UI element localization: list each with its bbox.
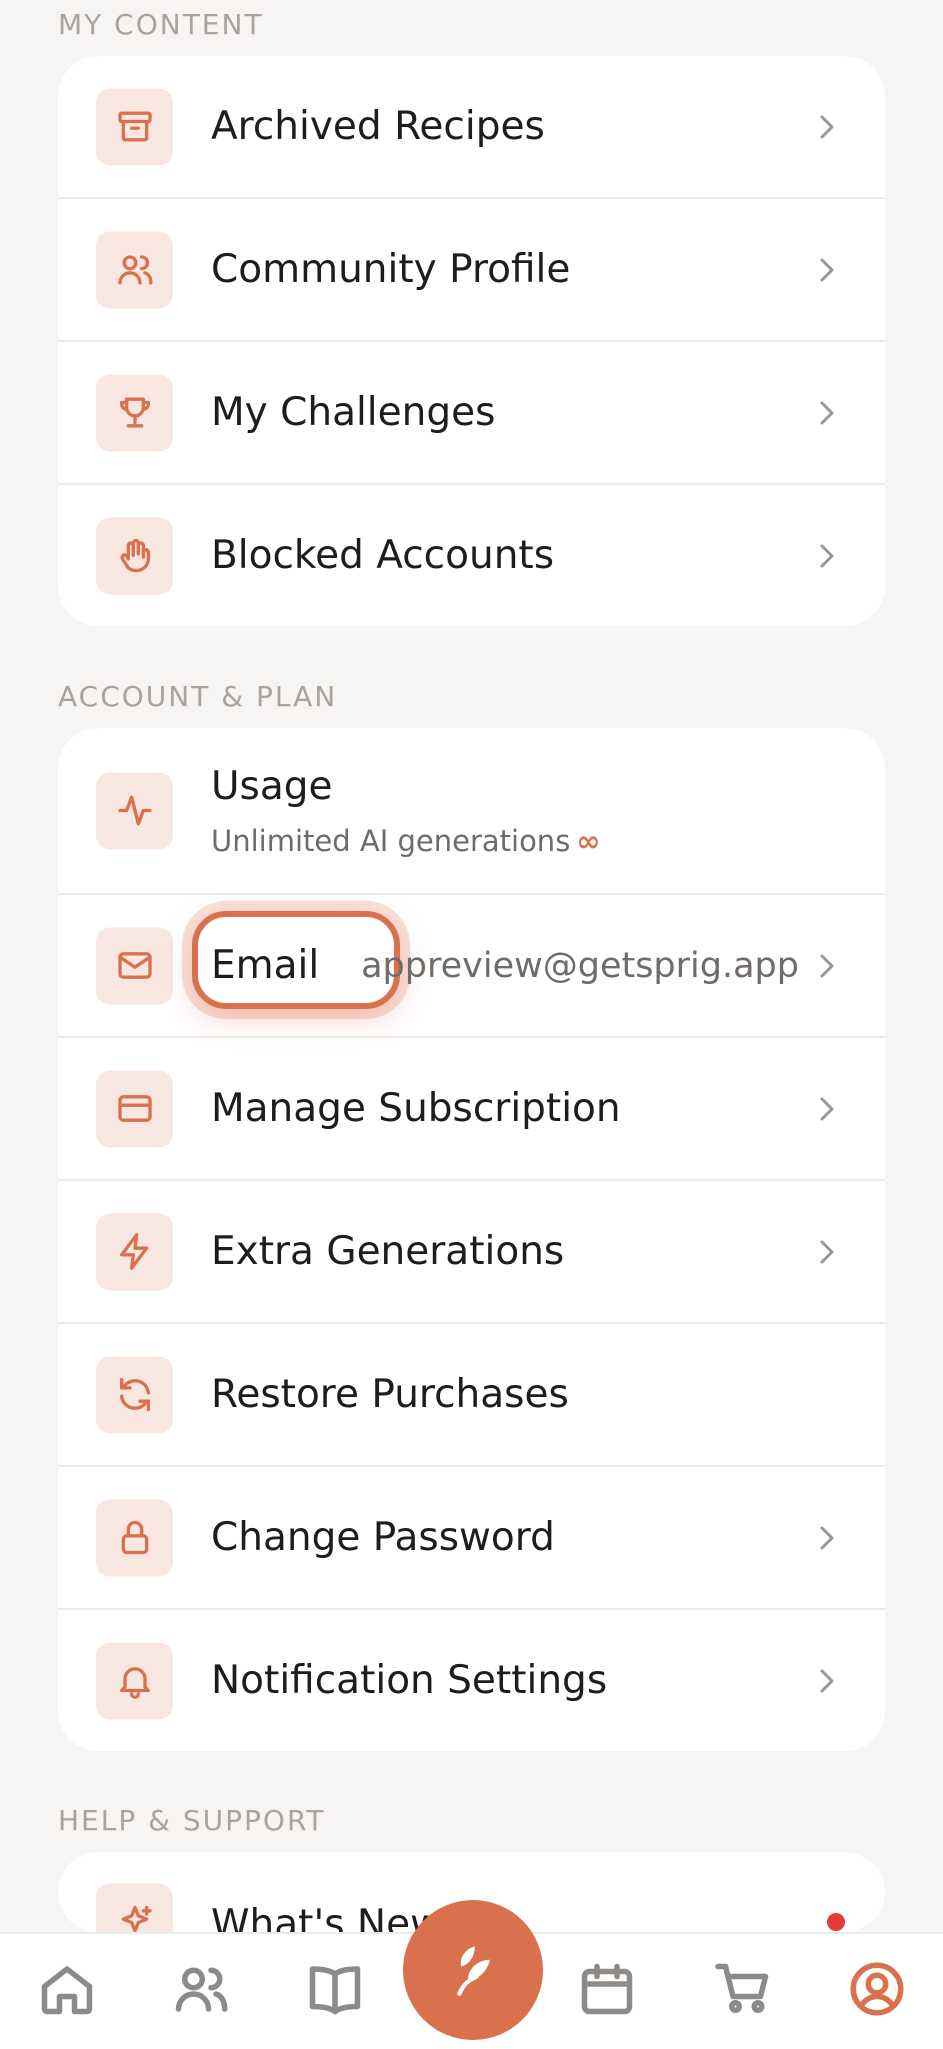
section-label-account-plan: ACCOUNT & PLAN <box>58 680 338 713</box>
new-indicator-dot <box>827 1913 845 1931</box>
row-label: Archived Recipes <box>211 104 545 149</box>
usage-subtitle-text: Unlimited AI generations <box>211 824 571 858</box>
activity-icon <box>96 772 173 849</box>
row-label: What's New <box>211 1902 442 1932</box>
section-label-help-support: HELP & SUPPORT <box>58 1804 326 1837</box>
chevron-right-icon <box>817 1094 837 1124</box>
row-label: Community Profile <box>211 247 571 292</box>
infinity-icon: ∞ <box>576 824 601 858</box>
row-label: Blocked Accounts <box>211 533 555 578</box>
blocked-accounts-row[interactable]: Blocked Accounts <box>58 485 885 626</box>
refresh-icon <box>96 1356 173 1433</box>
row-label: Notification Settings <box>211 1658 608 1703</box>
profile-icon[interactable] <box>842 1954 912 2024</box>
cart-icon[interactable] <box>708 1954 778 2024</box>
archive-icon <box>96 88 173 165</box>
change-password-row[interactable]: Change Password <box>58 1467 885 1610</box>
hand-icon <box>96 517 173 594</box>
usage-subtitle: Unlimited AI generations ∞ <box>211 824 600 858</box>
users-icon <box>96 231 173 308</box>
manage-subscription-row[interactable]: Manage Subscription <box>58 1038 885 1181</box>
community-profile-row[interactable]: Community Profile <box>58 199 885 342</box>
chevron-right-icon <box>817 255 837 285</box>
archived-recipes-row[interactable]: Archived Recipes <box>58 56 885 199</box>
row-label: My Challenges <box>211 390 496 435</box>
row-label: Change Password <box>211 1515 555 1560</box>
chevron-right-icon <box>817 541 837 571</box>
email-row[interactable]: Email appreview@getsprig.app <box>58 895 885 1038</box>
extra-generations-row[interactable]: Extra Generations <box>58 1181 885 1324</box>
sparkles-icon <box>96 1883 173 1932</box>
my-content-card: Archived Recipes Community Profile My Ch… <box>58 56 885 626</box>
row-label: Restore Purchases <box>211 1372 569 1417</box>
row-label: Manage Subscription <box>211 1086 621 1131</box>
row-label: Extra Generations <box>211 1229 565 1274</box>
chevron-right-icon <box>817 1523 837 1553</box>
lightning-icon <box>96 1213 173 1290</box>
recipes-book-icon[interactable] <box>300 1954 370 2024</box>
usage-title: Usage <box>211 764 333 809</box>
usage-row[interactable]: Usage Unlimited AI generations ∞ <box>58 728 885 895</box>
email-label: Email <box>211 943 320 988</box>
community-icon[interactable] <box>166 1954 236 2024</box>
restore-purchases-row[interactable]: Restore Purchases <box>58 1324 885 1467</box>
chevron-right-icon <box>817 951 837 981</box>
mail-icon <box>96 927 173 1004</box>
chevron-right-icon <box>817 112 837 142</box>
calendar-icon[interactable] <box>572 1954 642 2024</box>
chevron-right-icon <box>817 1237 837 1267</box>
section-label-my-content: MY CONTENT <box>58 8 264 41</box>
credit-card-icon <box>96 1070 173 1147</box>
chevron-right-icon <box>817 1666 837 1696</box>
account-plan-card: Usage Unlimited AI generations ∞ Email ap… <box>58 728 885 1751</box>
home-icon[interactable] <box>32 1954 102 2024</box>
email-value: appreview@getsprig.app <box>361 945 799 986</box>
bell-icon <box>96 1642 173 1719</box>
my-challenges-row[interactable]: My Challenges <box>58 342 885 485</box>
chevron-right-icon <box>817 398 837 428</box>
trophy-icon <box>96 374 173 451</box>
lock-icon <box>96 1499 173 1576</box>
notification-settings-row[interactable]: Notification Settings <box>58 1610 885 1751</box>
sprig-logo-icon[interactable] <box>403 1900 543 2040</box>
